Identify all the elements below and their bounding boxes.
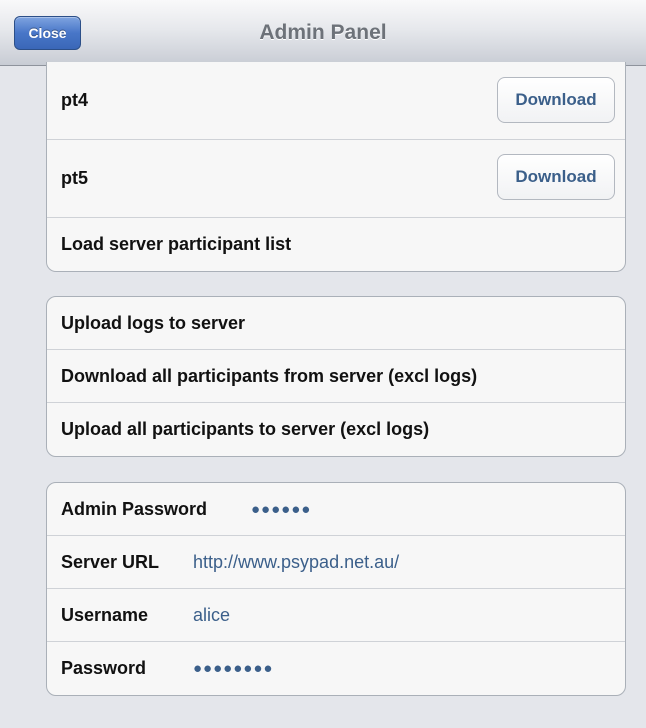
username-field[interactable]: alice	[193, 589, 230, 641]
participant-list-group: pt4 Download pt5 Download Load server pa…	[46, 62, 626, 272]
participant-row-pt4[interactable]: pt4 Download	[47, 62, 625, 140]
upload-all-participants-row[interactable]: Upload all participants to server (excl …	[47, 403, 625, 456]
admin-password-label: Admin Password	[61, 498, 208, 519]
participant-name: pt5	[61, 168, 88, 188]
participant-name: pt4	[61, 90, 88, 110]
upload-logs-row[interactable]: Upload logs to server	[47, 297, 625, 350]
server-actions-group: Upload logs to server Download all parti…	[46, 296, 626, 457]
navigation-bar: Close Admin Panel	[0, 0, 646, 66]
download-button-pt4[interactable]: Download	[497, 77, 615, 123]
download-button-pt5[interactable]: Download	[497, 154, 615, 200]
admin-password-field[interactable]: ●●●●●●	[251, 483, 311, 535]
page-title: Admin Panel	[259, 21, 387, 44]
settings-group: Admin Password ●●●●●● Server URL http://…	[46, 482, 626, 696]
admin-password-row[interactable]: Admin Password ●●●●●●	[47, 483, 625, 536]
password-row[interactable]: Password ●●●●●●●●	[47, 642, 625, 695]
password-field[interactable]: ●●●●●●●●	[193, 642, 273, 695]
load-participant-list-label: Load server participant list	[61, 234, 292, 254]
username-label: Username	[61, 604, 149, 625]
upload-all-participants-label: Upload all participants to server (excl …	[61, 419, 430, 439]
server-url-field[interactable]: http://www.psypad.net.au/	[193, 536, 399, 588]
download-all-participants-row[interactable]: Download all participants from server (e…	[47, 350, 625, 403]
password-label: Password	[61, 658, 147, 678]
participant-row-pt5[interactable]: pt5 Download	[47, 140, 625, 218]
server-url-row[interactable]: Server URL http://www.psypad.net.au/	[47, 536, 625, 589]
server-url-label: Server URL	[61, 551, 160, 572]
username-row[interactable]: Username alice	[47, 589, 625, 642]
load-participant-list-row[interactable]: Load server participant list	[47, 218, 625, 271]
upload-logs-label: Upload logs to server	[61, 312, 246, 333]
download-all-participants-label: Download all participants from server (e…	[61, 365, 478, 386]
